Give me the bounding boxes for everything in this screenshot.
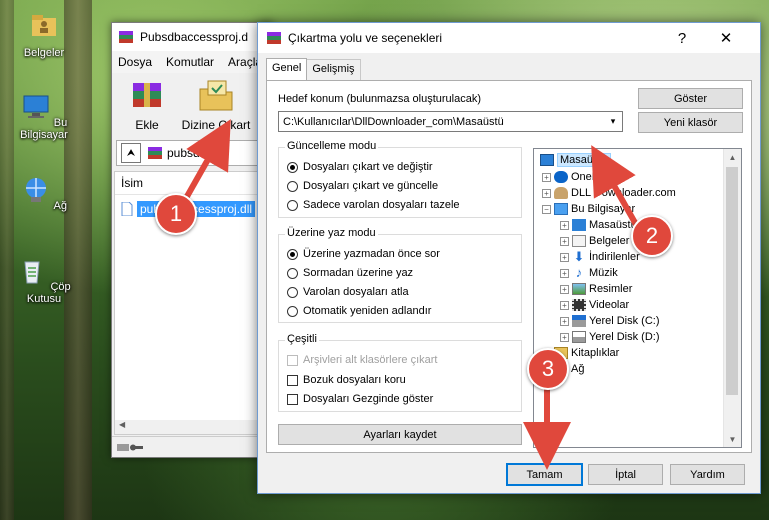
annotation-arrows xyxy=(182,119,641,470)
step-badge-3: 3 xyxy=(527,348,569,390)
arrow-2 xyxy=(591,145,641,230)
arrow-1 xyxy=(182,119,231,202)
step-badge-1: 1 xyxy=(155,193,197,235)
step-badge-2: 2 xyxy=(631,215,673,257)
